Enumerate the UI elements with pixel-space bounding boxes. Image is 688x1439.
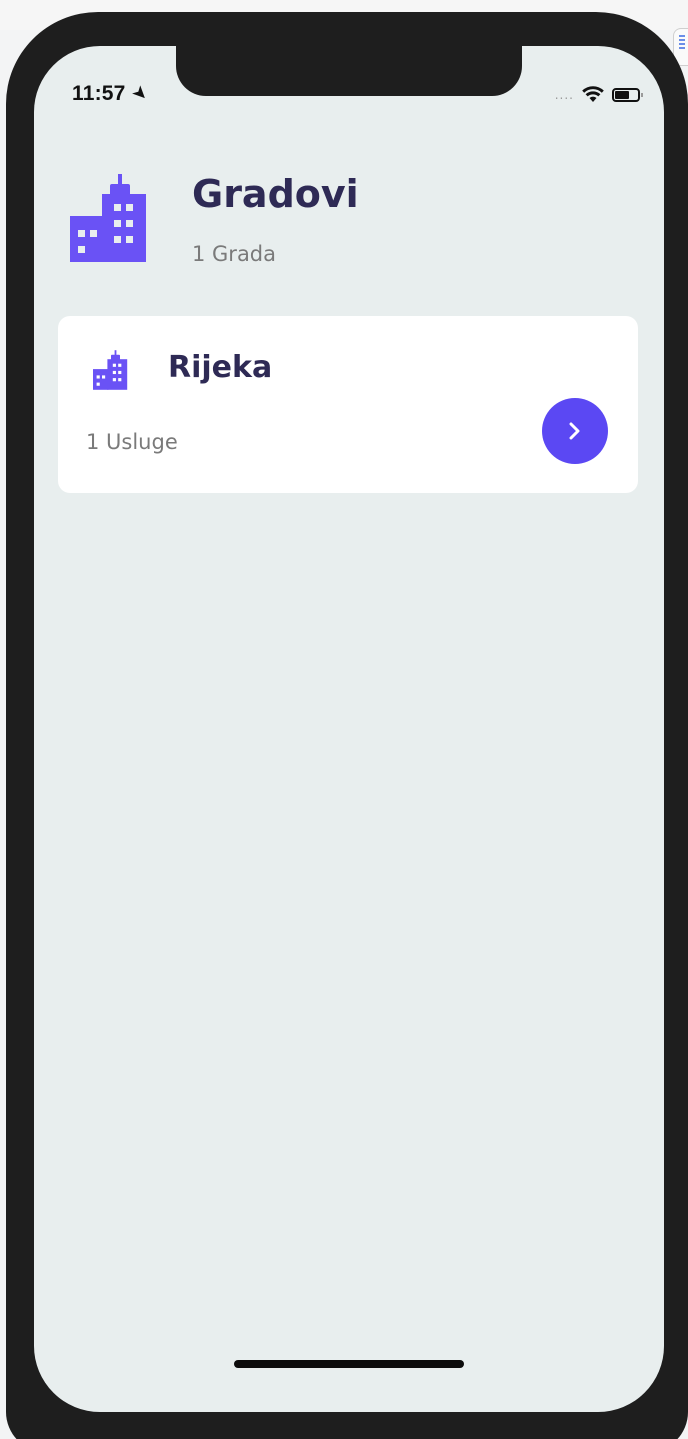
battery-icon: [612, 87, 643, 102]
home-indicator[interactable]: [234, 1360, 464, 1368]
status-bar-time: 11:57 ➤: [72, 82, 150, 106]
building-icon: [93, 350, 128, 390]
page-subtitle: 1 Grada: [192, 242, 277, 266]
status-time-text: 11:57: [72, 82, 126, 105]
signal-dots: ....: [554, 87, 574, 102]
city-card[interactable]: Rijeka 1 Usluge: [58, 316, 638, 493]
city-name: Rijeka: [168, 350, 273, 385]
building-icon: [70, 174, 146, 262]
phone-notch: [176, 46, 522, 96]
app-screen: 11:57 ➤ .... Gradovi 1 Grada Rijeka 1 Us…: [34, 46, 664, 1412]
open-city-button[interactable]: [542, 398, 608, 464]
page-title: Gradovi: [192, 172, 359, 216]
chevron-right-icon: [569, 422, 580, 440]
page: 11:57 ➤ .... Gradovi 1 Grada Rijeka 1 Us…: [0, 0, 688, 1439]
city-services-count: 1 Usluge: [86, 430, 178, 454]
wifi-icon: [582, 86, 604, 102]
location-arrow-icon: ➤: [128, 83, 151, 105]
phone-frame: 11:57 ➤ .... Gradovi 1 Grada Rijeka 1 Us…: [6, 12, 688, 1439]
status-bar-indicators: ....: [554, 86, 643, 103]
